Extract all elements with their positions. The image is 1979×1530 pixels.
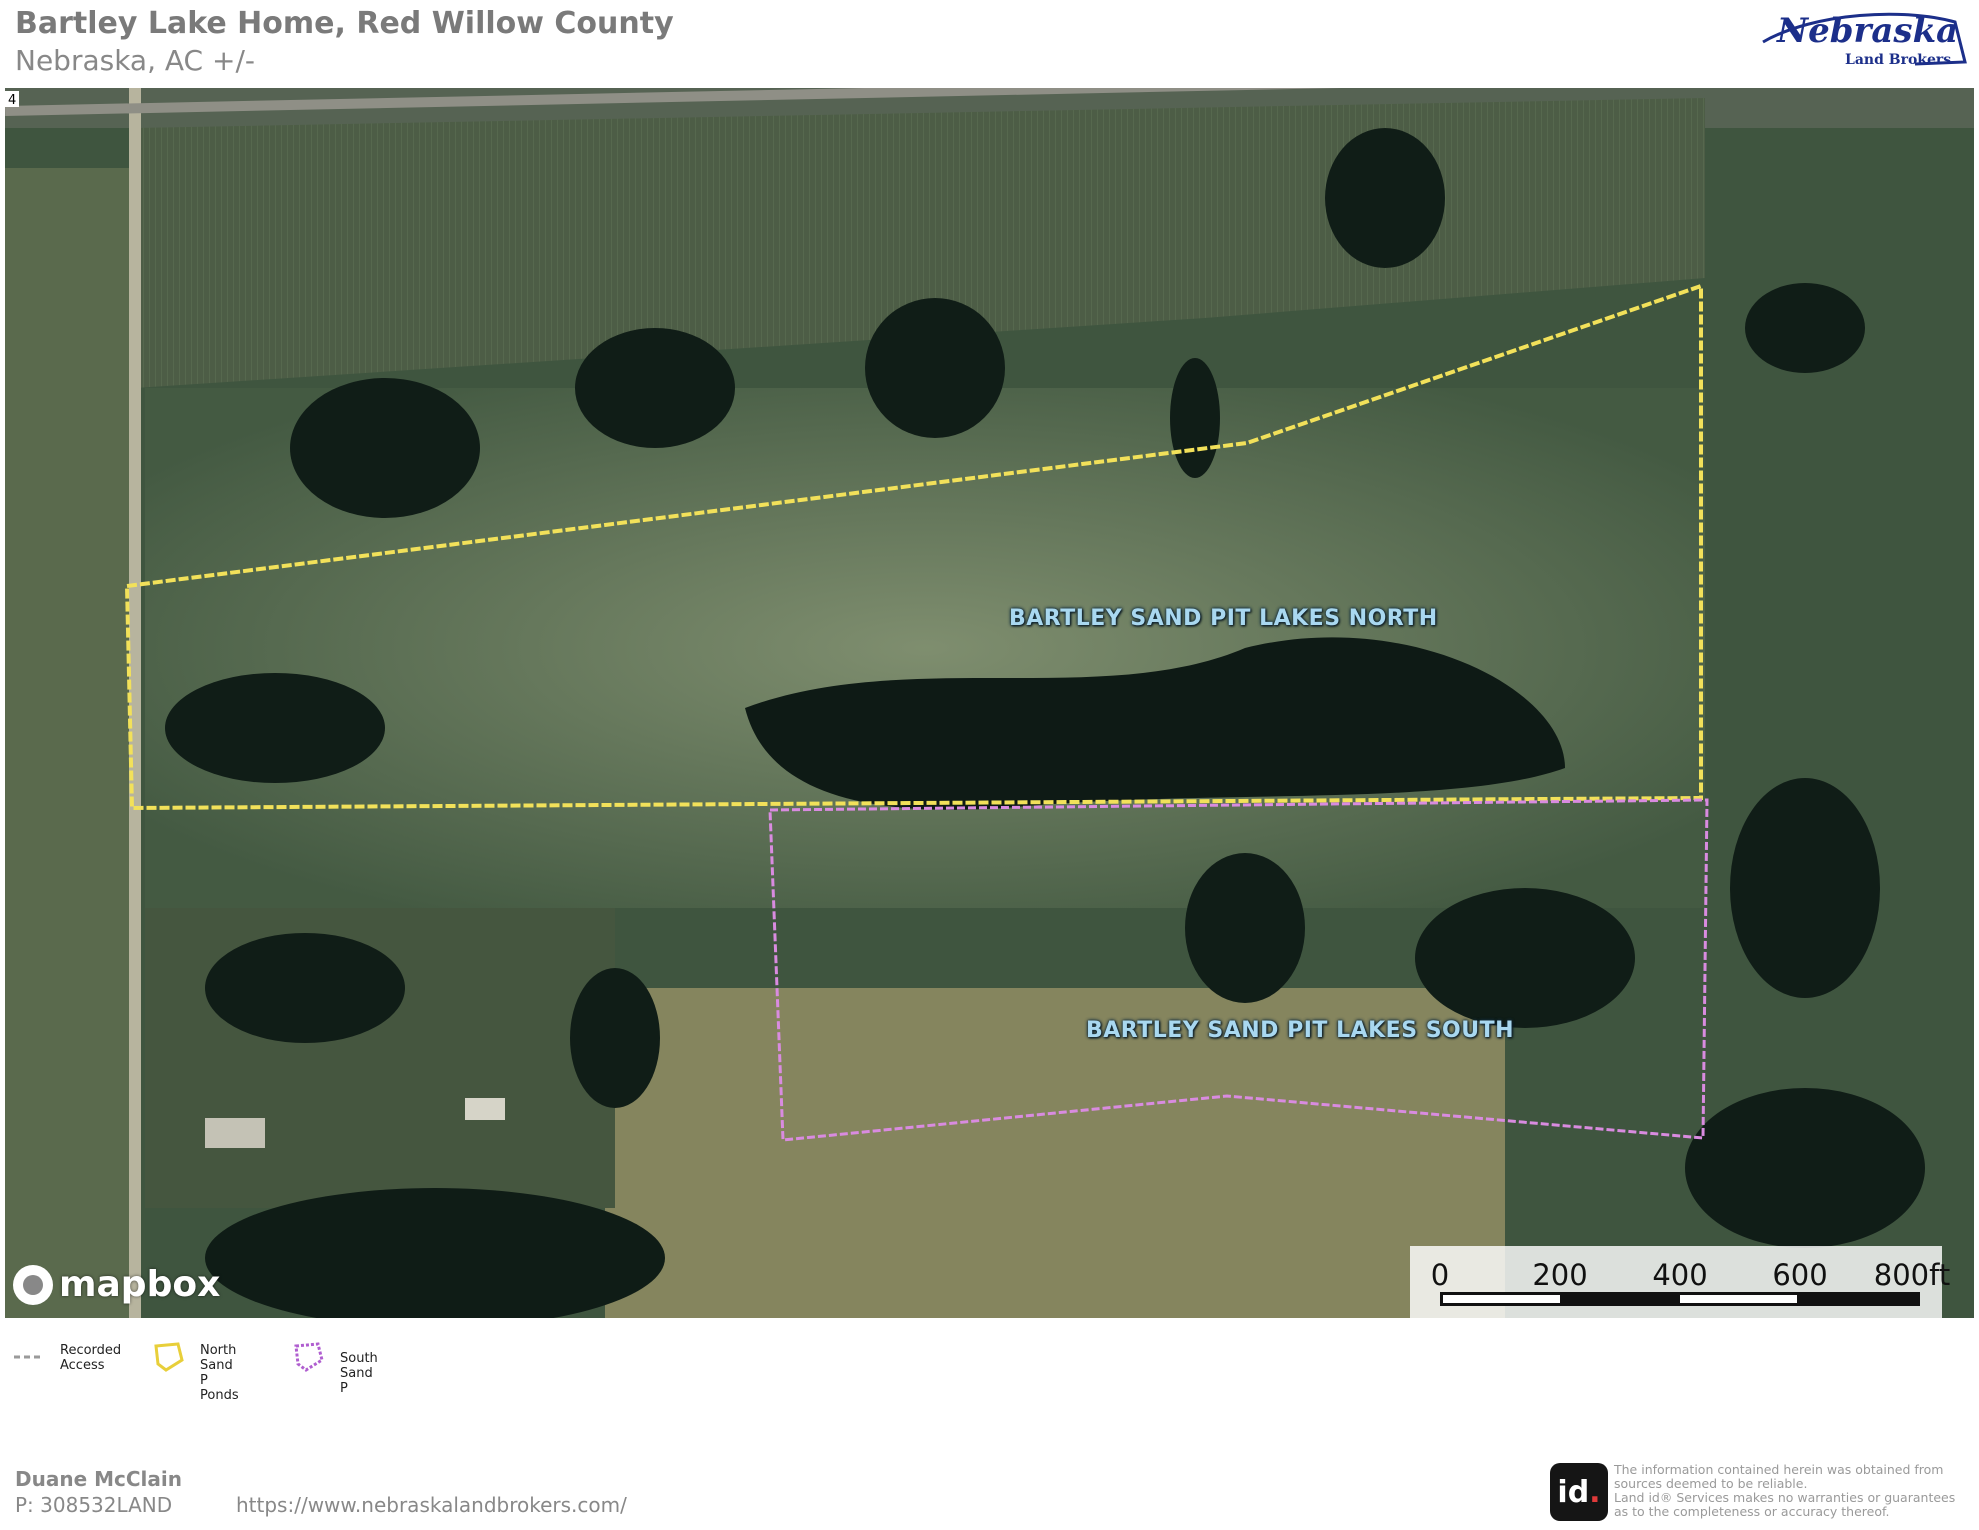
scale-label-0: 0: [1430, 1258, 1450, 1292]
dashed-line-icon: [14, 1355, 44, 1359]
legend-label: North Sand P Ponds: [200, 1343, 239, 1403]
broker-website-link[interactable]: https://www.nebraskalandbrokers.com/: [236, 1493, 627, 1517]
parcel-label-north: BARTLEY SAND PIT LAKES NORTH: [1009, 606, 1438, 631]
agent-name: Duane McClain: [15, 1467, 182, 1491]
polygon-outline-icon: [294, 1342, 324, 1372]
land-id-logo: id.: [1550, 1463, 1608, 1521]
route-marker-label: 4: [8, 93, 16, 108]
polygon-outline-icon: [154, 1342, 184, 1372]
scale-label-200: 200: [1532, 1258, 1588, 1292]
mapbox-attribution[interactable]: mapbox: [13, 1264, 220, 1305]
scale-label-400: 400: [1652, 1258, 1708, 1292]
legend-item-south-ponds: South Sand P: [292, 1340, 378, 1396]
scale-bar: 0 200 400 600 800ft: [1410, 1246, 1950, 1318]
legend-item-recorded-access: Recorded Access: [14, 1340, 121, 1374]
satellite-map[interactable]: 4 BARTLEY SAND PIT LAKES NORTH BARTLEY S…: [5, 88, 1974, 1318]
logo-brand-text: Nebraska: [1776, 11, 1958, 51]
mapbox-icon: [13, 1264, 53, 1305]
legend-label: South Sand P: [340, 1351, 378, 1396]
logo-sub-text: Land Brokers: [1845, 52, 1951, 68]
mapbox-wordmark: mapbox: [59, 1264, 221, 1305]
agent-phone: P: 308532LAND: [15, 1493, 173, 1517]
disclaimer-text: The information contained herein was obt…: [1614, 1462, 1956, 1519]
map-subtitle: Nebraska, AC +/-: [15, 44, 255, 77]
legend-label: Recorded Access: [60, 1343, 122, 1373]
map-title: Bartley Lake Home, Red Willow County: [15, 6, 674, 41]
id-logo-text: id: [1557, 1474, 1590, 1510]
legend-item-north-ponds: North Sand P Ponds: [152, 1340, 239, 1403]
parcel-label-south: BARTLEY SAND PIT LAKES SOUTH: [1086, 1018, 1515, 1043]
nebraska-land-brokers-logo: Nebraska Land Brokers: [1755, 2, 1969, 80]
scale-label-800ft: 800ft: [1873, 1258, 1951, 1292]
scale-label-600: 600: [1772, 1258, 1828, 1292]
scale-bar-track: [1440, 1292, 1920, 1306]
